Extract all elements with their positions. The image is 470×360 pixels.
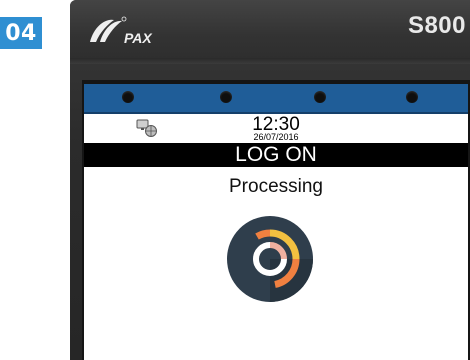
step-number: 04 <box>5 20 37 46</box>
loading-spinner-icon <box>227 216 313 302</box>
terminal-top-band: PAX S800 <box>70 0 470 64</box>
clock-date: 26/07/2016 <box>253 132 299 142</box>
pax-logo: PAX <box>90 16 153 46</box>
led-indicator-bar <box>84 84 468 114</box>
payment-terminal: PAX S800 12:30 26/07/2016 LOG ON Process… <box>70 0 470 360</box>
led-indicator-4 <box>406 91 418 103</box>
screen-title: LOG ON <box>84 143 468 167</box>
svg-text:PAX: PAX <box>124 30 153 46</box>
step-number-badge: 04 <box>0 17 42 49</box>
model-name: S800 <box>407 12 466 39</box>
led-indicator-3 <box>314 91 326 103</box>
led-indicator-2 <box>220 91 232 103</box>
status-bar: 12:30 26/07/2016 <box>84 114 468 142</box>
processing-message: Processing <box>229 176 323 197</box>
led-indicator-1 <box>122 91 134 103</box>
terminal-screen: 12:30 26/07/2016 LOG ON Processing <box>84 84 468 360</box>
